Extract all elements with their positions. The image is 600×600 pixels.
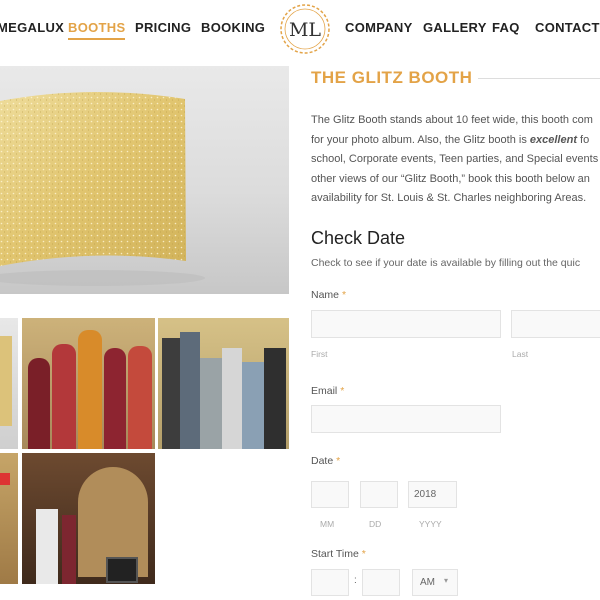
hero-booth-image[interactable]: [0, 66, 289, 294]
description-line-tail: fo: [577, 133, 590, 146]
title-divider: [478, 78, 600, 79]
description-line-text: for your photo album. Also, the Glitz bo…: [311, 133, 530, 146]
start-time-label-text: Start Time: [311, 548, 359, 560]
last-name-sublabel: Last: [512, 349, 529, 359]
name-label-text: Name: [311, 289, 340, 301]
emphasis-text: excellent: [529, 133, 577, 146]
last-name-input[interactable]: [511, 310, 600, 338]
time-separator: :: [354, 575, 357, 586]
ampm-value: AM: [420, 577, 435, 588]
start-time-label: Start Time *: [311, 548, 366, 560]
thumbnail-booth-front[interactable]: [0, 318, 18, 449]
year-value: 2018: [414, 489, 437, 500]
top-nav: MEGALUX BOOTHS PRICING BOOKING ML COMPAN…: [0, 0, 600, 56]
nav-item-company[interactable]: COMPANY: [345, 20, 413, 35]
email-input[interactable]: [311, 405, 501, 433]
email-label-text: Email: [311, 385, 338, 397]
day-sublabel: DD: [369, 519, 382, 529]
date-label: Date *: [311, 455, 340, 467]
site-logo[interactable]: ML: [278, 2, 332, 56]
form-title: Check Date: [311, 228, 406, 248]
description-line: school, Corporate events, Teen parties, …: [311, 153, 599, 165]
date-year-input[interactable]: 2018: [408, 481, 457, 508]
date-label-text: Date: [311, 455, 334, 467]
ampm-select[interactable]: AM ▾: [412, 569, 458, 596]
thumbnail-venue-setup[interactable]: [22, 453, 155, 584]
email-label: Email *: [311, 385, 344, 397]
description-line: availability for St. Louis & St. Charles…: [311, 192, 587, 204]
chevron-down-icon: ▾: [444, 576, 449, 585]
thumbnail-booth-side[interactable]: [0, 453, 18, 584]
required-mark: *: [340, 385, 345, 397]
nav-item-booths[interactable]: BOOTHS: [68, 20, 126, 40]
description-line: The Glitz Booth stands about 10 feet wid…: [311, 114, 593, 126]
date-day-input[interactable]: [360, 481, 398, 508]
start-minute-input[interactable]: [362, 569, 400, 596]
month-sublabel: MM: [320, 519, 335, 529]
nav-item-booking[interactable]: BOOKING: [201, 20, 265, 35]
nav-brand-link[interactable]: MEGALUX: [0, 20, 64, 35]
thumbnail-party-guests[interactable]: [22, 318, 155, 449]
start-hour-input[interactable]: [311, 569, 349, 596]
product-title: THE GLITZ BOOTH: [311, 68, 473, 87]
description-line: for your photo album. Also, the Glitz bo…: [311, 131, 600, 151]
thumbnail-group-photo[interactable]: [158, 318, 289, 449]
required-mark: *: [361, 548, 366, 560]
nav-item-pricing[interactable]: PRICING: [135, 20, 191, 35]
glitz-backdrop-illustration: [0, 91, 205, 286]
year-sublabel: YYYY: [419, 519, 442, 529]
nav-item-faq[interactable]: FAQ: [492, 20, 520, 35]
product-description: The Glitz Booth stands about 10 feet wid…: [311, 111, 600, 209]
logo-text: ML: [289, 19, 321, 41]
nav-item-gallery[interactable]: GALLERY: [423, 20, 487, 35]
nav-item-contact[interactable]: CONTACT: [535, 20, 600, 35]
required-mark: *: [336, 455, 341, 467]
form-subtitle: Check to see if your date is available b…: [311, 257, 581, 269]
name-label: Name *: [311, 289, 346, 301]
description-line: other views of our “Glitz Booth,” book t…: [311, 172, 590, 185]
required-mark: *: [341, 289, 347, 301]
first-name-sublabel: First: [311, 349, 328, 359]
first-name-input[interactable]: [311, 310, 501, 338]
date-month-input[interactable]: [311, 481, 349, 508]
